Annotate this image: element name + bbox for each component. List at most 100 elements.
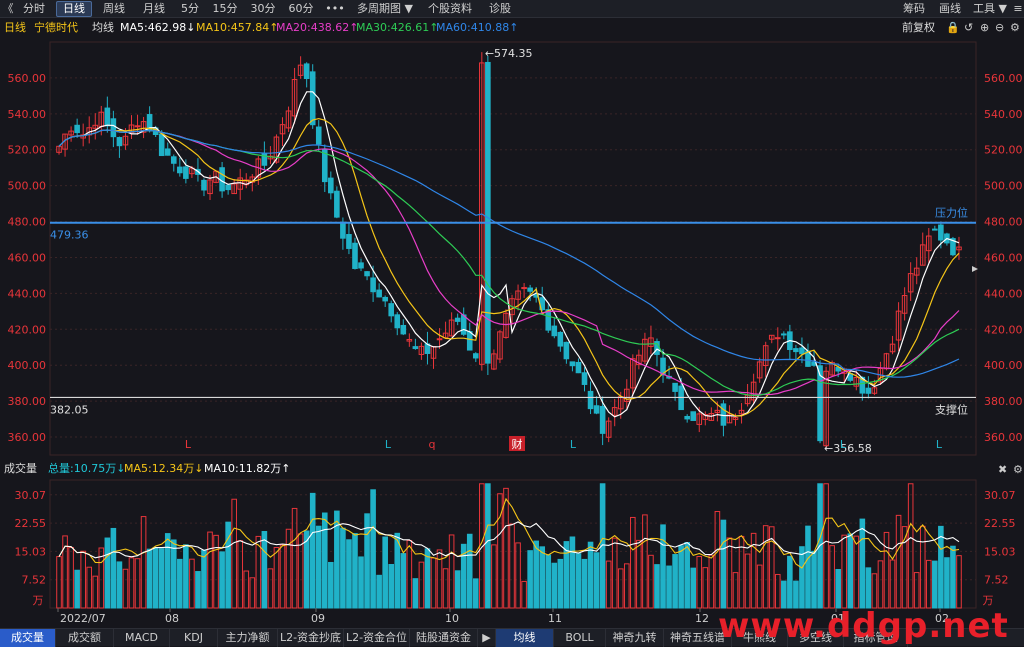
zoom-in-icon[interactable]: ⊕ [980, 19, 989, 37]
draw-line-button[interactable]: 画线 [934, 1, 966, 17]
volume-bar [122, 568, 129, 609]
scroll-right-icon[interactable]: ▶ [478, 629, 496, 647]
fq-label[interactable]: 前复权 [902, 19, 935, 37]
toolbar-tab-0[interactable]: 分时 [16, 1, 52, 17]
indicator-tab-1[interactable]: 成交额 [56, 629, 114, 647]
volume-bar [273, 547, 280, 609]
toolbar-tab-9[interactable]: 多周期图 ▼ [352, 1, 418, 17]
price-tick-right: 380.00 [984, 395, 1023, 408]
volume-bar [642, 514, 648, 609]
candle-body [346, 234, 352, 249]
candle-body [938, 224, 944, 241]
indicator-tab-10[interactable]: 神奇九转 [606, 629, 664, 647]
volume-bar [207, 531, 213, 609]
candle-body [370, 277, 376, 293]
back-button[interactable]: 《 [2, 1, 14, 17]
candle-body [358, 262, 364, 269]
date-label: 10 [445, 612, 459, 625]
price-tick-right: 420.00 [984, 323, 1023, 336]
volume-bar [847, 533, 854, 609]
toolbar-tab-8[interactable]: ••• [322, 1, 348, 17]
volume-bar [569, 536, 576, 609]
toolbar-tab-3[interactable]: 月线 [136, 1, 172, 17]
ma20-value: MA20:438.62↑ [276, 21, 359, 34]
volume-bar [158, 548, 165, 609]
volume-bar [950, 545, 956, 609]
volume-bar [491, 544, 497, 609]
volume-bar [605, 560, 612, 609]
date-label: 11 [548, 612, 562, 625]
volume-bar [249, 577, 256, 609]
volume-bar [442, 568, 449, 609]
toolbar-tab-10[interactable]: 个股资料 [422, 1, 478, 17]
settings-icon[interactable]: ⚙ [1013, 462, 1023, 478]
signal-marker: 财 [512, 437, 523, 451]
indicator-tab-5[interactable]: L2-资金抄底 [278, 629, 344, 647]
indicator-tab-7[interactable]: 陆股通资金 [410, 629, 478, 647]
candle-body [557, 331, 564, 347]
candle-body [164, 148, 171, 156]
price-tick-left: 500.00 [8, 180, 47, 193]
indicator-tab-3[interactable]: KDJ [170, 629, 218, 647]
volume-bar [841, 534, 848, 609]
volume-bar [883, 531, 890, 609]
ma60-value: MA60:410.88↑ [436, 21, 519, 34]
candle-body [201, 179, 207, 191]
indicator-tab-0[interactable]: 成交量 [0, 629, 56, 647]
volume-bar [213, 534, 219, 609]
volume-bar [762, 525, 769, 609]
toolbar-tab-7[interactable]: 60分 [284, 1, 318, 17]
volume-bar [352, 533, 358, 609]
indicator-tab-6[interactable]: L2-资金合位 [344, 629, 410, 647]
volume-tick-right: 22.55 [984, 517, 1016, 530]
date-label: 2022/07 [60, 612, 106, 625]
volume-bar [793, 580, 799, 609]
volume-tick-left: 22.55 [15, 517, 47, 530]
volume-bar [557, 558, 564, 609]
indicator-tab-9[interactable]: BOLL [554, 629, 606, 647]
volume-bar [74, 569, 80, 609]
price-tick-right: 480.00 [984, 216, 1023, 229]
toolbar-tab-11[interactable]: 诊股 [482, 1, 518, 17]
zoom-out-icon[interactable]: ⊖ [995, 19, 1004, 37]
toolbar-tab-4[interactable]: 5分 [176, 1, 204, 17]
kline-chart[interactable]: 560.00 560.00 540.00 540.00 520.00 520.00 500.… [0, 0, 1024, 646]
volume-header: 成交量 总量:10.75万↓ MA5:12.34万↓ MA10:11.82万↑ … [0, 461, 1024, 477]
price-tick-left: 540.00 [8, 108, 47, 121]
volume-tick-left: 15.03 [15, 545, 47, 558]
toolbar-tab-5[interactable]: 15分 [208, 1, 242, 17]
toolbar-tab-6[interactable]: 30分 [246, 1, 280, 17]
volume-bar [237, 540, 244, 609]
chips-button[interactable]: 筹码 [898, 1, 930, 17]
volume-tick-left: 7.52 [22, 574, 47, 587]
price-tick-left: 520.00 [8, 144, 47, 157]
candle-body [690, 411, 697, 421]
indicator-tab-4[interactable]: 主力净额 [218, 629, 278, 647]
volume-bar [503, 487, 509, 609]
tools-button[interactable]: 工具 ▼ [970, 1, 1010, 17]
close-icon[interactable]: ✖ [998, 462, 1007, 478]
toolbar-tab-2[interactable]: 周线 [96, 1, 132, 17]
toolbar-tab-1[interactable]: 日线 [56, 1, 92, 17]
settings-icon[interactable]: ⚙ [1010, 19, 1020, 37]
volume-bar [781, 580, 787, 609]
candle-body [932, 228, 938, 231]
indicator-tab-8[interactable]: 均线 [496, 629, 554, 647]
volume-bar [539, 546, 546, 609]
volume-bar [424, 548, 431, 609]
volume-bar [315, 525, 322, 609]
indicator-tab-2[interactable]: MACD [114, 629, 170, 647]
lock-icon[interactable]: 🔒 [946, 19, 960, 37]
support-value: 382.05 [50, 403, 89, 416]
volume-bar [128, 557, 135, 609]
candle-body [454, 317, 461, 322]
stock-name: 宁德时代 [34, 21, 78, 34]
volume-bar [454, 570, 461, 609]
price-panel-border [49, 41, 977, 456]
volume-bar [744, 553, 751, 609]
signal-marker: L [840, 438, 847, 451]
menu-icon[interactable]: ≡ [1012, 1, 1024, 17]
volume-bar [708, 554, 715, 609]
undo-icon[interactable]: ↺ [964, 19, 973, 37]
ma-label: 均线 [92, 21, 114, 34]
